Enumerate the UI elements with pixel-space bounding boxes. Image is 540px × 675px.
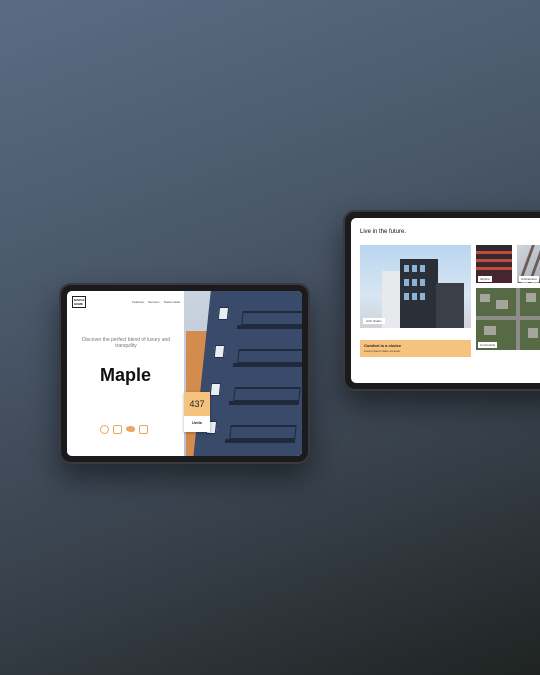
promo-title: Comfort is a choice (364, 343, 402, 348)
balcony-railing (237, 349, 302, 363)
thumbnail-community[interactable]: Community (476, 288, 540, 350)
window (209, 383, 222, 396)
building-dark-side (436, 283, 464, 328)
balcony-slab (236, 325, 302, 329)
linkedin-icon[interactable] (139, 425, 148, 434)
window (404, 265, 409, 272)
house-roof (484, 326, 496, 335)
hero-tagline: Discover the perfect blend of luxury and… (81, 337, 171, 349)
brand-title: Maple (99, 365, 151, 385)
social-links (100, 425, 148, 434)
building-dark (400, 259, 438, 328)
window (412, 265, 417, 272)
units-counter-card: 437 Units (184, 392, 210, 432)
units-count: 437 (184, 392, 210, 416)
tablet-screen-right: Live in the future. Arch Studio Comfort … (351, 218, 540, 383)
house-roof (526, 293, 536, 302)
hero-building-image[interactable]: Arch Studio (360, 245, 471, 328)
balcony-railing (229, 425, 297, 439)
window (420, 293, 425, 300)
brand-logo[interactable]: MAPLE HOME (72, 296, 86, 308)
house-roof (480, 294, 490, 302)
street (476, 316, 540, 320)
nav-item-testimonials[interactable]: Testimonials (163, 300, 180, 304)
hero-panel: MAPLE HOME Features Services Testimonials… (67, 291, 184, 456)
balcony-slab (224, 439, 296, 443)
hero-tag: Arch Studio (363, 318, 385, 324)
window (420, 265, 425, 272)
balcony-slab (228, 401, 300, 405)
window (412, 279, 417, 286)
tablet-device-left: MAPLE HOME Features Services Testimonials… (59, 283, 310, 464)
window (412, 293, 417, 300)
thumbnail-architecture[interactable]: Architecture (517, 245, 540, 283)
tablet-device-right: Live in the future. Arch Studio Comfort … (343, 210, 540, 391)
balcony-railing (241, 311, 302, 325)
balcony-slab (232, 363, 302, 367)
window (420, 279, 425, 286)
thumbnail-skyline[interactable]: Skyline (476, 245, 512, 283)
nav-item-services[interactable]: Services (148, 300, 160, 304)
top-nav: Features Services Testimonials (132, 300, 180, 304)
house-roof (528, 328, 538, 338)
facade-stripe (476, 259, 512, 262)
balcony-railing (233, 387, 301, 401)
window (404, 279, 409, 286)
section-title: Live in the future. (360, 229, 407, 235)
facebook-icon[interactable] (100, 425, 109, 434)
facade-stripe (476, 267, 512, 270)
thumb-tag: Community (478, 342, 498, 348)
window (404, 293, 409, 300)
window (213, 345, 226, 358)
promo-subtitle: Lorem ipsum dolor sit amet (364, 349, 401, 353)
tablet-screen-left: MAPLE HOME Features Services Testimonials… (67, 291, 302, 456)
thumb-tag: Architecture (519, 276, 540, 282)
promo-banner[interactable]: Comfort is a choice Lorem ipsum dolor si… (360, 340, 471, 357)
thumb-tag: Skyline (478, 276, 492, 282)
units-label: Units (192, 420, 202, 425)
street (516, 288, 520, 350)
instagram-icon[interactable] (113, 425, 122, 434)
house-roof (496, 300, 508, 309)
facade-stripe (476, 251, 512, 254)
nav-item-features[interactable]: Features (132, 300, 144, 304)
window (217, 307, 230, 320)
twitter-icon[interactable] (126, 425, 135, 434)
